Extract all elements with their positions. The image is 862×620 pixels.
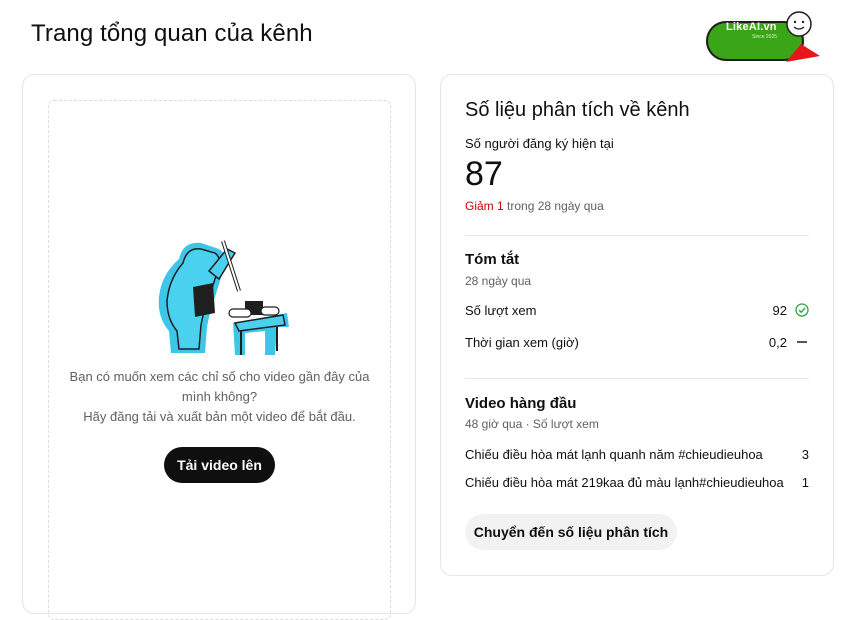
subscribers-change-value: Giảm 1 (465, 199, 504, 213)
recent-video-card: Bạn có muốn xem các chỉ số cho video gần… (22, 74, 416, 620)
analytics-title: Số liệu phân tích về kênh (465, 99, 690, 121)
divider (465, 378, 809, 379)
summary-title: Tóm tắt (465, 251, 520, 268)
top-videos-subtitle: 48 giờ qua · Số lượt xem (465, 417, 599, 431)
page-title: Trang tổng quan của kênh (31, 20, 313, 47)
subscribers-count: 87 (465, 155, 503, 193)
summary-period: 28 ngày qua (465, 274, 532, 288)
top-video-views: 1 (801, 474, 809, 490)
dash-icon (795, 335, 809, 349)
empty-state-text: Bạn có muốn xem các chỉ số cho video gần… (58, 367, 381, 427)
check-circle-icon (795, 303, 809, 317)
creator-illustration (158, 240, 289, 355)
divider (465, 235, 809, 236)
top-video-title[interactable]: Chiếu điều hòa mát lạnh quanh năm #chieu… (465, 447, 789, 462)
empty-state-line2: Hãy đăng tải và xuất bản một video để bắ… (83, 409, 356, 424)
top-videos-title: Video hàng đầu (465, 395, 577, 412)
upload-video-button[interactable]: Tải video lên (164, 447, 275, 483)
top-video-title[interactable]: Chiếu điều hòa mát 219kaa đủ màu lạnh#ch… (465, 475, 789, 490)
top-video-row[interactable]: Chiếu điều hòa mát 219kaa đủ màu lạnh#ch… (465, 472, 809, 492)
metric-row-views: Số lượt xem 92 (465, 300, 809, 320)
metric-value: 92 (772, 302, 787, 318)
top-video-views: 3 (801, 446, 809, 462)
empty-state-line1: Bạn có muốn xem các chỉ số cho video gần… (69, 369, 370, 404)
subscribers-change-suffix: trong 28 ngày qua (503, 199, 604, 213)
metric-row-watch-time: Thời gian xem (giờ) 0,2 (465, 332, 809, 352)
metric-label: Số lượt xem (465, 302, 537, 318)
watermark-logo: LikeAI.vn Since 2025 (706, 10, 826, 70)
empty-state-area (48, 100, 391, 620)
metric-label: Thời gian xem (giờ) (465, 334, 579, 350)
subscribers-change: Giảm 1 trong 28 ngày qua (465, 199, 604, 213)
top-video-row[interactable]: Chiếu điều hòa mát lạnh quanh năm #chieu… (465, 444, 809, 464)
subscribers-label: Số người đăng ký hiện tại (465, 136, 614, 151)
go-to-analytics-button[interactable]: Chuyển đến số liệu phân tích (465, 514, 677, 550)
metric-value: 0,2 (768, 334, 787, 350)
channel-analytics-card: Số liệu phân tích về kênh Số người đăng … (440, 74, 834, 576)
